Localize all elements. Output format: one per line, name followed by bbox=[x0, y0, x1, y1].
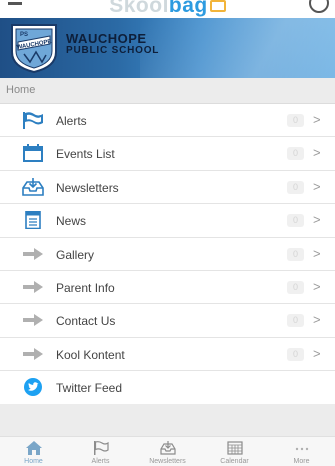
chevron-right-icon: > bbox=[313, 178, 321, 194]
brand-text-part2: bag bbox=[168, 0, 208, 17]
tab-label: More bbox=[293, 458, 310, 465]
menu-item-label: Alerts bbox=[56, 114, 87, 128]
menu-item-gallery[interactable]: Gallery 0 > bbox=[0, 237, 335, 271]
twitter-icon bbox=[24, 378, 42, 397]
menu-item-events-list[interactable]: Events List 0 > bbox=[0, 137, 335, 171]
brand-text-part1: Skool bbox=[109, 0, 169, 17]
tab-label: Calendar bbox=[220, 458, 249, 465]
school-crest-icon: WAUCHOPE PS bbox=[11, 24, 57, 74]
bag-icon bbox=[209, 0, 226, 13]
tab-home[interactable]: Home bbox=[0, 437, 67, 466]
tab-newsletters[interactable]: Newsletters bbox=[134, 437, 201, 466]
banner-sheen bbox=[140, 18, 335, 78]
arrow-right-icon bbox=[23, 247, 43, 260]
menu-item-label: Kool Kontent bbox=[56, 347, 125, 362]
menu-item-label: News bbox=[56, 214, 87, 229]
tab-alerts[interactable]: Alerts bbox=[67, 437, 134, 466]
menu-item-contact-us[interactable]: Contact Us 0 > bbox=[0, 304, 335, 338]
menu-list: Alerts 0 > Events List 0 > Newsletters 0… bbox=[0, 104, 335, 405]
count-badge: 0 bbox=[287, 147, 304, 161]
tab-label: Newsletters bbox=[149, 458, 186, 465]
school-name-line1: WAUCHOPE bbox=[66, 31, 147, 46]
count-badge: 0 bbox=[287, 347, 304, 361]
count-badge: 0 bbox=[287, 114, 304, 127]
menu-item-label: Newsletters bbox=[56, 180, 119, 195]
home-icon bbox=[26, 441, 42, 455]
school-banner: WAUCHOPE PS WAUCHOPE PUBLIC SCHOOL bbox=[0, 18, 335, 78]
arrow-right-icon bbox=[23, 280, 43, 293]
menu-item-kool-kontent[interactable]: Kool Kontent 0 > bbox=[0, 337, 335, 372]
chevron-right-icon: > bbox=[313, 245, 321, 261]
calendar-icon bbox=[23, 144, 43, 163]
tab-label: Alerts bbox=[91, 458, 110, 465]
empty-area bbox=[0, 404, 335, 440]
school-name-line2: PUBLIC SCHOOL bbox=[66, 45, 160, 56]
count-badge: 0 bbox=[287, 247, 304, 261]
chevron-right-icon: > bbox=[313, 312, 321, 328]
document-icon bbox=[25, 211, 41, 230]
menu-item-newsletters[interactable]: Newsletters 0 > bbox=[0, 170, 335, 205]
app-brand: Skoolbag bbox=[0, 0, 335, 18]
count-badge: 0 bbox=[287, 280, 304, 294]
tab-calendar[interactable]: Calendar bbox=[201, 437, 268, 466]
chevron-right-icon: > bbox=[313, 212, 321, 228]
menu-item-news[interactable]: News 0 > bbox=[0, 204, 335, 238]
menu-item-label: Twitter Feed bbox=[56, 381, 123, 396]
menu-item-alerts[interactable]: Alerts 0 > bbox=[0, 104, 335, 138]
tab-label: Home bbox=[24, 458, 43, 465]
inbox-icon bbox=[160, 441, 176, 455]
inbox-icon bbox=[22, 177, 44, 196]
menu-item-label: Gallery bbox=[56, 247, 95, 262]
chevron-right-icon: > bbox=[313, 345, 321, 361]
app-top-bar: Skoolbag bbox=[0, 0, 335, 18]
more-dots-icon bbox=[295, 447, 309, 451]
arrow-right-icon bbox=[23, 347, 43, 360]
count-badge: 0 bbox=[287, 214, 304, 228]
tab-more[interactable]: More bbox=[268, 437, 335, 466]
menu-item-parent-info[interactable]: Parent Info 0 > bbox=[0, 270, 335, 305]
chevron-right-icon: > bbox=[313, 278, 321, 294]
menu-item-twitter-feed[interactable]: Twitter Feed bbox=[0, 371, 335, 405]
menu-item-label: Parent Info bbox=[56, 280, 115, 295]
menu-item-label: Events List bbox=[56, 147, 115, 162]
menu-item-label: Contact Us bbox=[56, 314, 116, 329]
count-badge: 0 bbox=[287, 314, 304, 328]
chevron-right-icon: > bbox=[313, 145, 321, 161]
arrow-right-icon bbox=[23, 314, 43, 327]
bottom-tab-bar: Home Alerts Newsletters Calendar More bbox=[0, 436, 335, 466]
calendar-grid-icon bbox=[227, 441, 243, 455]
flag-icon bbox=[23, 112, 43, 129]
crest-initials: PS bbox=[20, 32, 28, 38]
breadcrumb-home[interactable]: Home bbox=[6, 84, 35, 96]
flag-icon bbox=[94, 441, 109, 455]
chevron-right-icon: > bbox=[313, 112, 321, 127]
count-badge: 0 bbox=[287, 180, 304, 194]
breadcrumb: Home bbox=[0, 78, 335, 104]
